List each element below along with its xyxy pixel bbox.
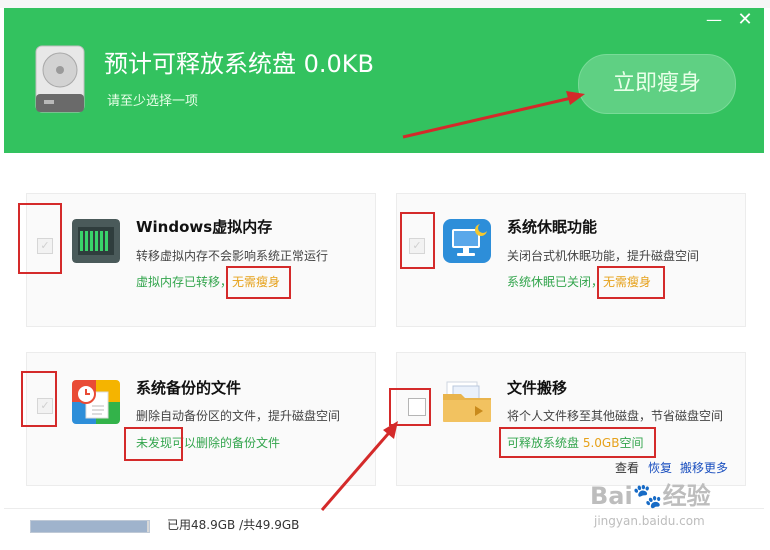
card-description: 将个人文件移至其他磁盘，节省磁盘空间 [507, 409, 724, 423]
top-tab-strip [0, 0, 770, 8]
watermark-logo: Bai🐾经验 [590, 482, 711, 510]
watermark-url: jingyan.baidu.com [594, 514, 705, 528]
hibernate-monitor-icon [443, 219, 491, 263]
app-window: — ✕ 预计可释放系统盘 0.0KB 请至少选择一项 立即瘦身 ✓ Window… [0, 0, 770, 550]
slim-now-button[interactable]: 立即瘦身 [578, 54, 736, 114]
annotation-box [21, 371, 57, 427]
memory-chip-icon [72, 219, 120, 263]
card-status: 系统休眠已关闭， [507, 275, 604, 289]
header-subtitle: 请至少选择一项 [107, 94, 199, 109]
card-description: 关闭台式机休眠功能，提升磁盘空间 [507, 249, 700, 263]
annotation-box [499, 427, 656, 458]
card-description: 转移虚拟内存不会影响系统正常运行 [136, 249, 329, 263]
annotation-box [597, 266, 665, 299]
annotation-box [124, 427, 183, 461]
hard-drive-icon [35, 45, 85, 113]
close-button[interactable]: ✕ [733, 10, 757, 30]
restore-link[interactable]: 恢复 [648, 459, 672, 476]
folder-move-icon [443, 381, 491, 422]
card-title: 系统休眠功能 [507, 218, 598, 236]
card-title: Windows虚拟内存 [136, 218, 273, 236]
card-description: 删除自动备份区的文件，提升磁盘空间 [136, 409, 341, 423]
disk-usage-bar [30, 520, 150, 533]
view-link[interactable]: 查看 [615, 459, 639, 476]
card-title: 系统备份的文件 [136, 379, 242, 397]
annotation-box [389, 388, 431, 426]
annotation-box [400, 212, 435, 269]
move-more-link[interactable]: 搬移更多 [680, 459, 728, 476]
disk-usage-fill [31, 521, 147, 532]
backup-clock-icon [72, 380, 120, 424]
page-title: 预计可释放系统盘 0.0KB [104, 50, 374, 78]
annotation-box [18, 203, 62, 274]
minimize-button[interactable]: — [702, 10, 726, 30]
annotation-box [226, 266, 291, 299]
disk-usage-text: 已用48.9GB /共49.9GB [167, 518, 300, 532]
card-title: 文件搬移 [507, 379, 568, 397]
card-status: 虚拟内存已转移， [136, 275, 233, 289]
